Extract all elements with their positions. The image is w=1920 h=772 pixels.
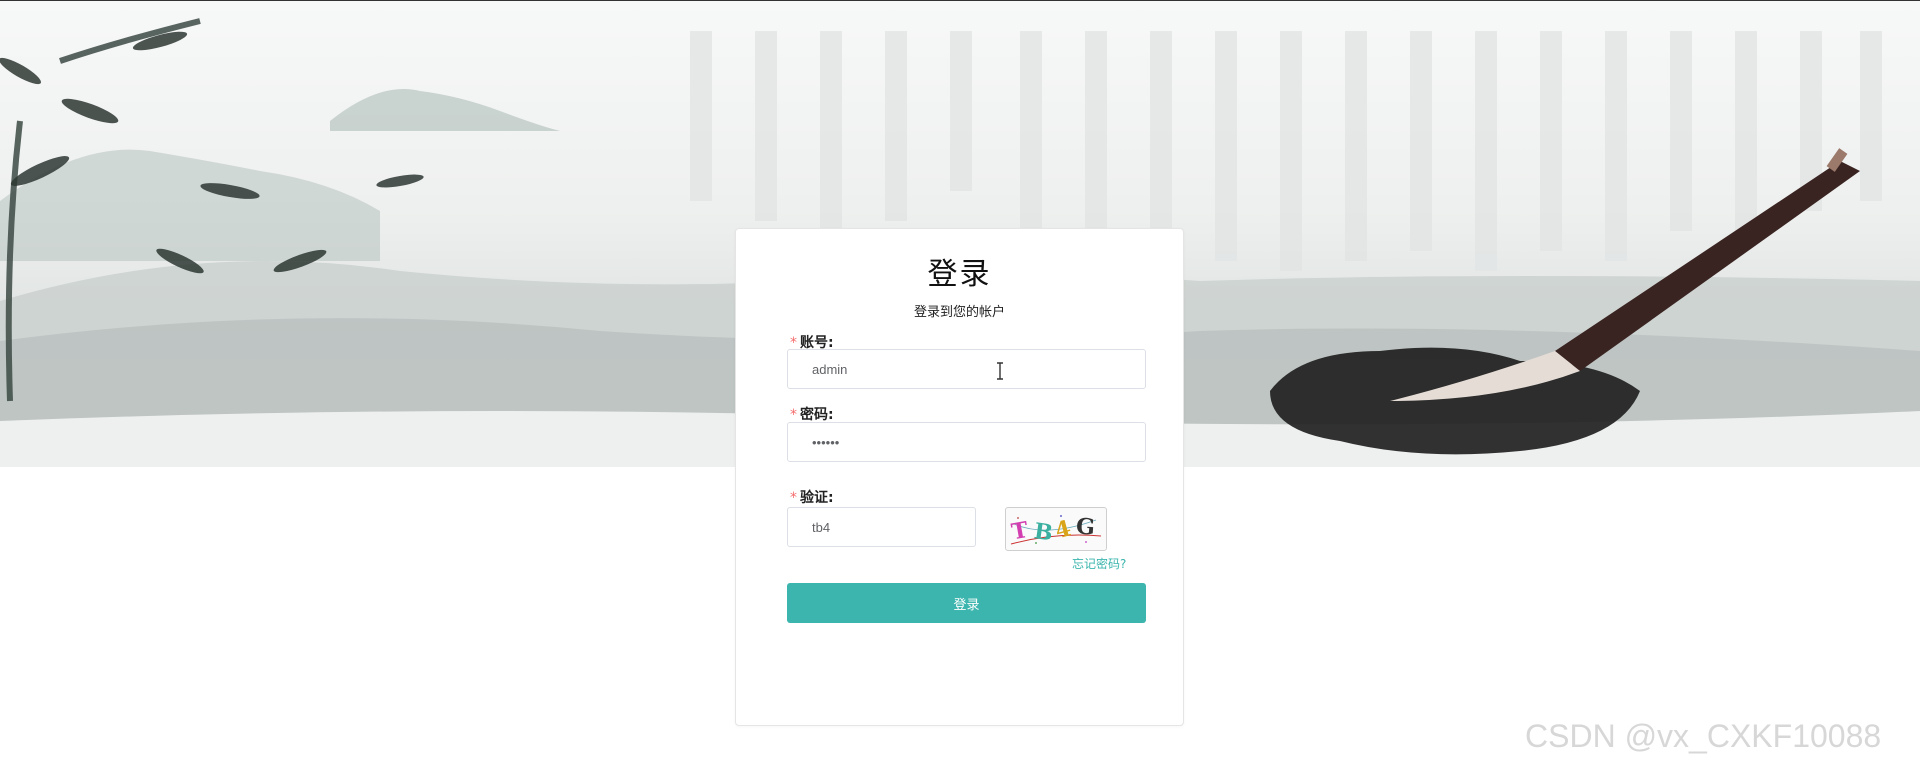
svg-text:G: G xyxy=(1075,513,1096,540)
captcha-image[interactable]: T B 4 G xyxy=(1005,507,1107,551)
login-button[interactable]: 登录 xyxy=(787,583,1146,623)
account-input[interactable] xyxy=(787,349,1146,389)
svg-text:4: 4 xyxy=(1052,515,1074,544)
required-mark: * xyxy=(790,407,797,423)
verify-label-text: 验证: xyxy=(800,490,834,506)
password-input[interactable] xyxy=(787,422,1146,462)
login-title: 登录 xyxy=(927,257,992,292)
csdn-watermark: CSDN @vx_CXKF10088 xyxy=(1525,718,1882,754)
password-label-text: 密码: xyxy=(800,407,834,423)
required-mark: * xyxy=(790,490,797,506)
text-cursor-icon xyxy=(997,362,1003,380)
forgot-password-link[interactable]: 忘记密码? xyxy=(1072,555,1126,572)
login-subtitle: 登录到您的帐户 xyxy=(913,305,1005,320)
login-card: 登录 登录到您的帐户 *账号: *密码: *验证: T B 4 G xyxy=(735,228,1184,726)
svg-text:T: T xyxy=(1010,517,1031,546)
password-label: * 密码: xyxy=(790,404,834,424)
verify-label: * 验证: xyxy=(790,487,834,507)
verify-code-input[interactable] xyxy=(787,507,976,547)
svg-text:B: B xyxy=(1032,518,1054,546)
